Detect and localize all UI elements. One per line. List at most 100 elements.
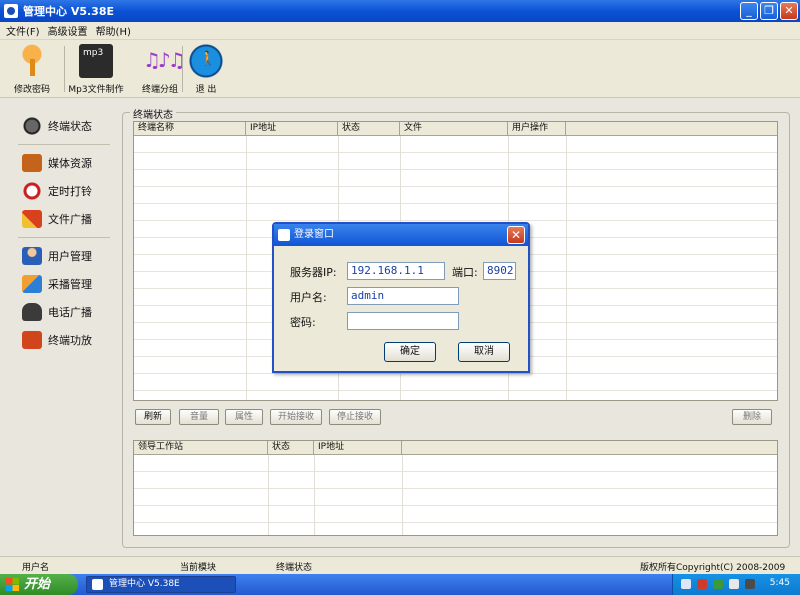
sidebar-divider — [18, 144, 110, 145]
sidebar-item-terminal-status[interactable]: 终端状态 — [10, 112, 110, 140]
table-header: 领导工作站 状态 IP地址 — [134, 441, 777, 455]
toolbar-label: 修改密码 — [13, 85, 50, 95]
column-divider — [566, 136, 567, 400]
status-copyright: 版权所有Copyright(C) 2008-2009 — [640, 563, 786, 573]
port-input[interactable]: 8902 — [483, 262, 516, 280]
menu-file[interactable]: 文件(F) — [6, 23, 40, 38]
windows-logo-icon — [6, 578, 19, 591]
phone-icon — [22, 303, 42, 321]
column-header[interactable]: 文件 — [400, 122, 508, 136]
column-header[interactable]: 状态 — [338, 122, 400, 136]
sidebar-divider — [18, 237, 110, 238]
menu-bar: 文件(F) 高级设置 帮助(H) — [0, 22, 800, 40]
station-table[interactable]: 领导工作站 状态 IP地址 — [133, 440, 778, 536]
toolbar-divider — [64, 46, 65, 92]
broadcast-icon — [22, 210, 42, 228]
column-header[interactable]: 领导工作站 — [134, 441, 268, 455]
exit-icon — [189, 44, 223, 78]
toolbar: 修改密码 Mp3文件制作 终端分组 退 出 — [0, 40, 800, 98]
window-title: 管理中心 V5.38E — [23, 5, 114, 18]
app-icon — [92, 579, 103, 590]
window-titlebar: 管理中心 V5.38E _ ❐ ✕ — [0, 0, 800, 22]
status-current-module: 当前模块 — [180, 563, 217, 573]
sidebar-item-phone-broadcast[interactable]: 电话广播 — [10, 298, 110, 326]
dialog-titlebar: 登录窗口 — [274, 224, 528, 246]
toolbar-label: Mp3文件制作 — [68, 85, 124, 95]
media-icon — [22, 154, 42, 172]
taskbar-item-label: 管理中心 V5.38E — [109, 579, 180, 589]
tray-icon[interactable] — [745, 579, 755, 589]
table-header: 终端名称 IP地址 状态 文件 用户操作 — [134, 122, 777, 136]
change-password-button[interactable]: 修改密码 — [2, 44, 62, 95]
column-divider — [246, 136, 247, 400]
capture-icon — [22, 275, 42, 293]
column-header[interactable]: 用户操作 — [508, 122, 566, 136]
sidebar-item-label: 媒体资源 — [48, 157, 92, 170]
window-controls: _ ❐ ✕ — [740, 2, 798, 20]
music-notes-icon — [143, 44, 183, 78]
taskbar-item[interactable]: 管理中心 V5.38E — [86, 576, 236, 593]
key-icon — [15, 44, 49, 78]
menu-help[interactable]: 帮助(H) — [96, 23, 131, 38]
server-ip-input[interactable]: 192.168.1.1 — [347, 262, 445, 280]
status-module-value: 终端状态 — [276, 563, 313, 573]
start-button[interactable]: 开始 — [0, 574, 78, 595]
sidebar-item-label: 采播管理 — [48, 278, 92, 291]
refresh-button[interactable]: 刷新 — [135, 409, 171, 425]
amplifier-icon — [22, 331, 42, 349]
clock: 5:45 — [769, 578, 790, 588]
username-label: 用户名: — [290, 291, 327, 304]
dialog-close-button[interactable]: ✕ — [507, 226, 525, 244]
sidebar-item-timed-bell[interactable]: 定时打铃 — [10, 177, 110, 205]
stop-receive-button[interactable]: 停止接收 — [329, 409, 381, 425]
terminal-icon — [22, 117, 42, 135]
sidebar-item-label: 终端功放 — [48, 334, 92, 347]
cancel-button[interactable]: 取消 — [458, 342, 510, 362]
volume-icon[interactable] — [729, 579, 739, 589]
sidebar-item-label: 定时打铃 — [48, 185, 92, 198]
app-icon — [278, 229, 290, 241]
start-receive-button[interactable]: 开始接收 — [270, 409, 322, 425]
username-input[interactable]: admin — [347, 287, 459, 305]
taskbar: 开始 管理中心 V5.38E 5:45 — [0, 574, 800, 595]
mp3-file-icon — [79, 44, 113, 78]
login-dialog: 登录窗口 ✕ 服务器IP: 192.168.1.1 端口: 8902 用户名: … — [272, 222, 530, 373]
port-label: 端口: — [452, 266, 478, 279]
column-header[interactable]: IP地址 — [246, 122, 338, 136]
delete-button[interactable]: 删除 — [732, 409, 772, 425]
restore-button[interactable]: ❐ — [760, 2, 778, 20]
exit-button[interactable]: 退 出 — [176, 44, 236, 95]
dialog-title: 登录窗口 — [294, 229, 334, 240]
menu-advanced-settings[interactable]: 高级设置 — [48, 23, 88, 38]
tray-icon[interactable] — [681, 579, 691, 589]
group-label: 终端状态 — [130, 106, 176, 121]
sidebar-item-label: 终端状态 — [48, 120, 92, 133]
column-divider — [402, 455, 403, 535]
mp3-maker-button[interactable]: Mp3文件制作 — [66, 44, 126, 95]
ok-button[interactable]: 确定 — [384, 342, 436, 362]
sidebar-item-label: 文件广播 — [48, 213, 92, 226]
column-header[interactable]: 终端名称 — [134, 122, 246, 136]
tray-icon[interactable] — [713, 579, 723, 589]
clock-icon — [22, 182, 42, 200]
properties-button[interactable]: 属性 — [225, 409, 263, 425]
sidebar-item-amplifier[interactable]: 终端功放 — [10, 326, 110, 354]
status-bar: 用户名 当前模块 终端状态 版权所有Copyright(C) 2008-2009 — [0, 556, 800, 574]
sidebar-item-file-broadcast[interactable]: 文件广播 — [10, 205, 110, 233]
sidebar-item-capture[interactable]: 采播管理 — [10, 270, 110, 298]
column-header[interactable]: 状态 — [268, 441, 314, 455]
minimize-button[interactable]: _ — [740, 2, 758, 20]
tray-icon[interactable] — [697, 579, 707, 589]
volume-button[interactable]: 音量 — [179, 409, 219, 425]
close-button[interactable]: ✕ — [780, 2, 798, 20]
sidebar-item-user-management[interactable]: 用户管理 — [10, 242, 110, 270]
sidebar-item-label: 用户管理 — [48, 250, 92, 263]
toolbar-label: 退 出 — [195, 85, 217, 95]
user-icon — [22, 247, 42, 265]
start-label: 开始 — [24, 577, 51, 592]
password-label: 密码: — [290, 316, 316, 329]
password-input[interactable] — [347, 312, 459, 330]
status-user: 用户名 — [22, 563, 50, 573]
column-header[interactable]: IP地址 — [314, 441, 402, 455]
sidebar-item-media[interactable]: 媒体资源 — [10, 149, 110, 177]
